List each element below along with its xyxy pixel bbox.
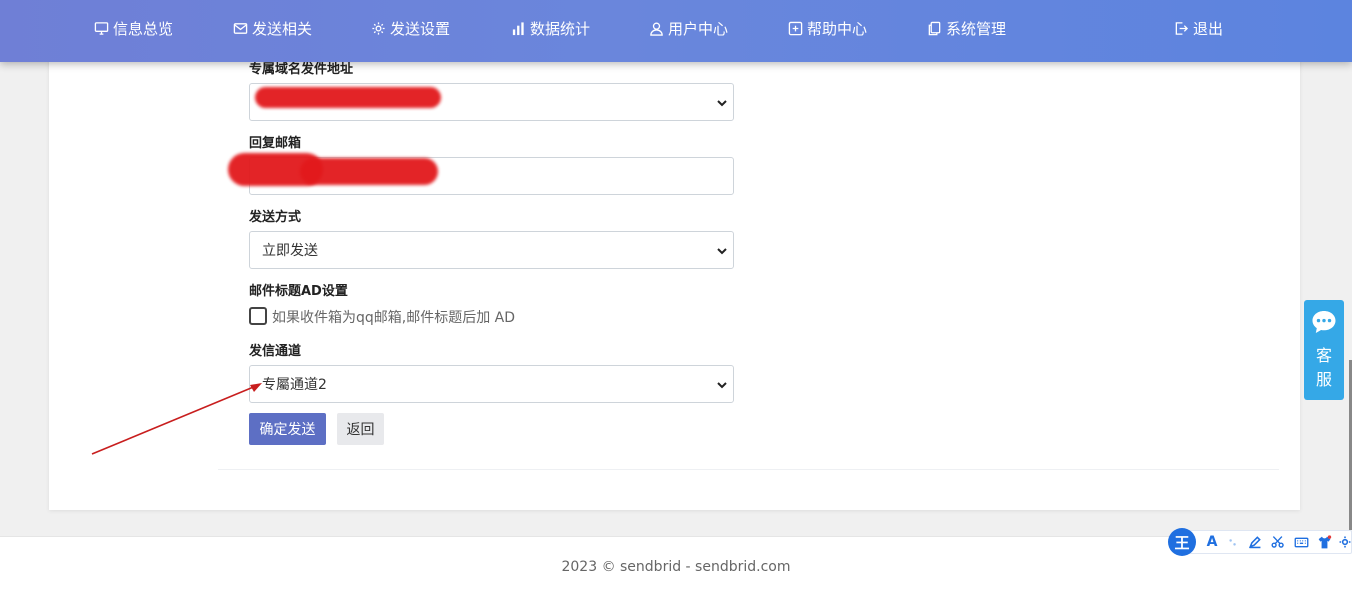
- reply-email-label: 回复邮箱: [249, 136, 302, 151]
- nav-item-label: 数据统计: [530, 19, 591, 38]
- logout-icon: [1175, 21, 1189, 35]
- ime-letter-icon[interactable]: A: [1203, 533, 1221, 551]
- customer-service-label: 客 服: [1304, 344, 1344, 392]
- subject-ad-label: 邮件标题AD设置: [249, 284, 348, 299]
- footer-copyright: 2023 © sendbrid - sendbrid.com: [561, 559, 791, 575]
- nav-item-label: 发送设置: [390, 19, 451, 38]
- monitor-icon: [94, 21, 109, 35]
- ime-logo[interactable]: 王: [1168, 528, 1196, 556]
- confirm-send-button[interactable]: 确定发送: [249, 413, 326, 445]
- send-mode-value: 立即发送: [262, 243, 318, 259]
- logout-button[interactable]: 退出: [1174, 16, 1223, 40]
- nav-item-label: 用户中心: [668, 19, 729, 38]
- nav-item-label: 信息总览: [113, 19, 174, 38]
- chat-bubble-icon: [1312, 311, 1336, 333]
- subject-ad-checkbox-text[interactable]: 如果收件箱为qq邮箱,邮件标题后加 AD: [272, 307, 515, 327]
- ime-toolbar: A 王: [1168, 528, 1352, 556]
- ime-toolbar-bar: A: [1188, 530, 1352, 554]
- chevron-down-icon: [717, 382, 727, 389]
- keyboard-icon[interactable]: [1292, 533, 1310, 551]
- nav-item-label: 系统管理: [946, 19, 1007, 38]
- service-text-line1: 客: [1315, 346, 1332, 365]
- gear-icon: [372, 21, 385, 35]
- nav-item-system-admin[interactable]: 系统管理: [927, 16, 1006, 40]
- back-button[interactable]: 返回: [337, 413, 384, 445]
- chevron-down-icon: [717, 248, 727, 255]
- chevron-down-icon: [717, 100, 727, 107]
- customer-service-button[interactable]: 客 服: [1304, 300, 1344, 400]
- subject-ad-checkbox[interactable]: [249, 307, 267, 325]
- user-icon: [650, 21, 663, 36]
- ime-punctuation-icon[interactable]: [1224, 533, 1242, 551]
- nav-item-label: 发送相关: [252, 19, 313, 38]
- nav-item-overview[interactable]: 信息总览: [94, 16, 173, 40]
- channel-value: 专屬通道2: [262, 377, 327, 393]
- service-text-line2: 服: [1315, 370, 1332, 389]
- nav-item-send-settings[interactable]: 发送设置: [371, 16, 450, 40]
- channel-label: 发信通道: [249, 344, 302, 359]
- scissors-icon[interactable]: [1269, 533, 1287, 551]
- nav-item-label: 帮助中心: [807, 19, 868, 38]
- nav-item-user-center[interactable]: 用户中心: [649, 16, 728, 40]
- send-mode-select[interactable]: 立即发送: [249, 231, 734, 269]
- help-plus-icon: [788, 21, 803, 35]
- footer: 2023 © sendbrid - sendbrid.com: [0, 536, 1352, 590]
- top-navigation-bar: 信息总览 发送相关 发送设置 数据统计 用户中心 帮助中心 系统管理 退出: [0, 0, 1352, 62]
- redaction-scribble: [255, 87, 441, 108]
- logout-label: 退出: [1193, 19, 1224, 38]
- mail-icon: [233, 22, 248, 34]
- nav-item-help-center[interactable]: 帮助中心: [788, 16, 867, 40]
- bar-chart-icon: [512, 21, 524, 35]
- channel-select[interactable]: 专屬通道2: [249, 365, 734, 403]
- pen-icon[interactable]: [1246, 533, 1264, 551]
- copy-icon: [928, 21, 941, 35]
- divider: [218, 469, 1279, 470]
- redaction-scribble: [300, 158, 438, 185]
- send-mode-label: 发送方式: [249, 210, 302, 225]
- shirt-icon[interactable]: [1315, 533, 1333, 551]
- gear-icon[interactable]: [1336, 533, 1352, 551]
- nav-item-send[interactable]: 发送相关: [233, 16, 312, 40]
- nav-item-statistics[interactable]: 数据统计: [511, 16, 590, 40]
